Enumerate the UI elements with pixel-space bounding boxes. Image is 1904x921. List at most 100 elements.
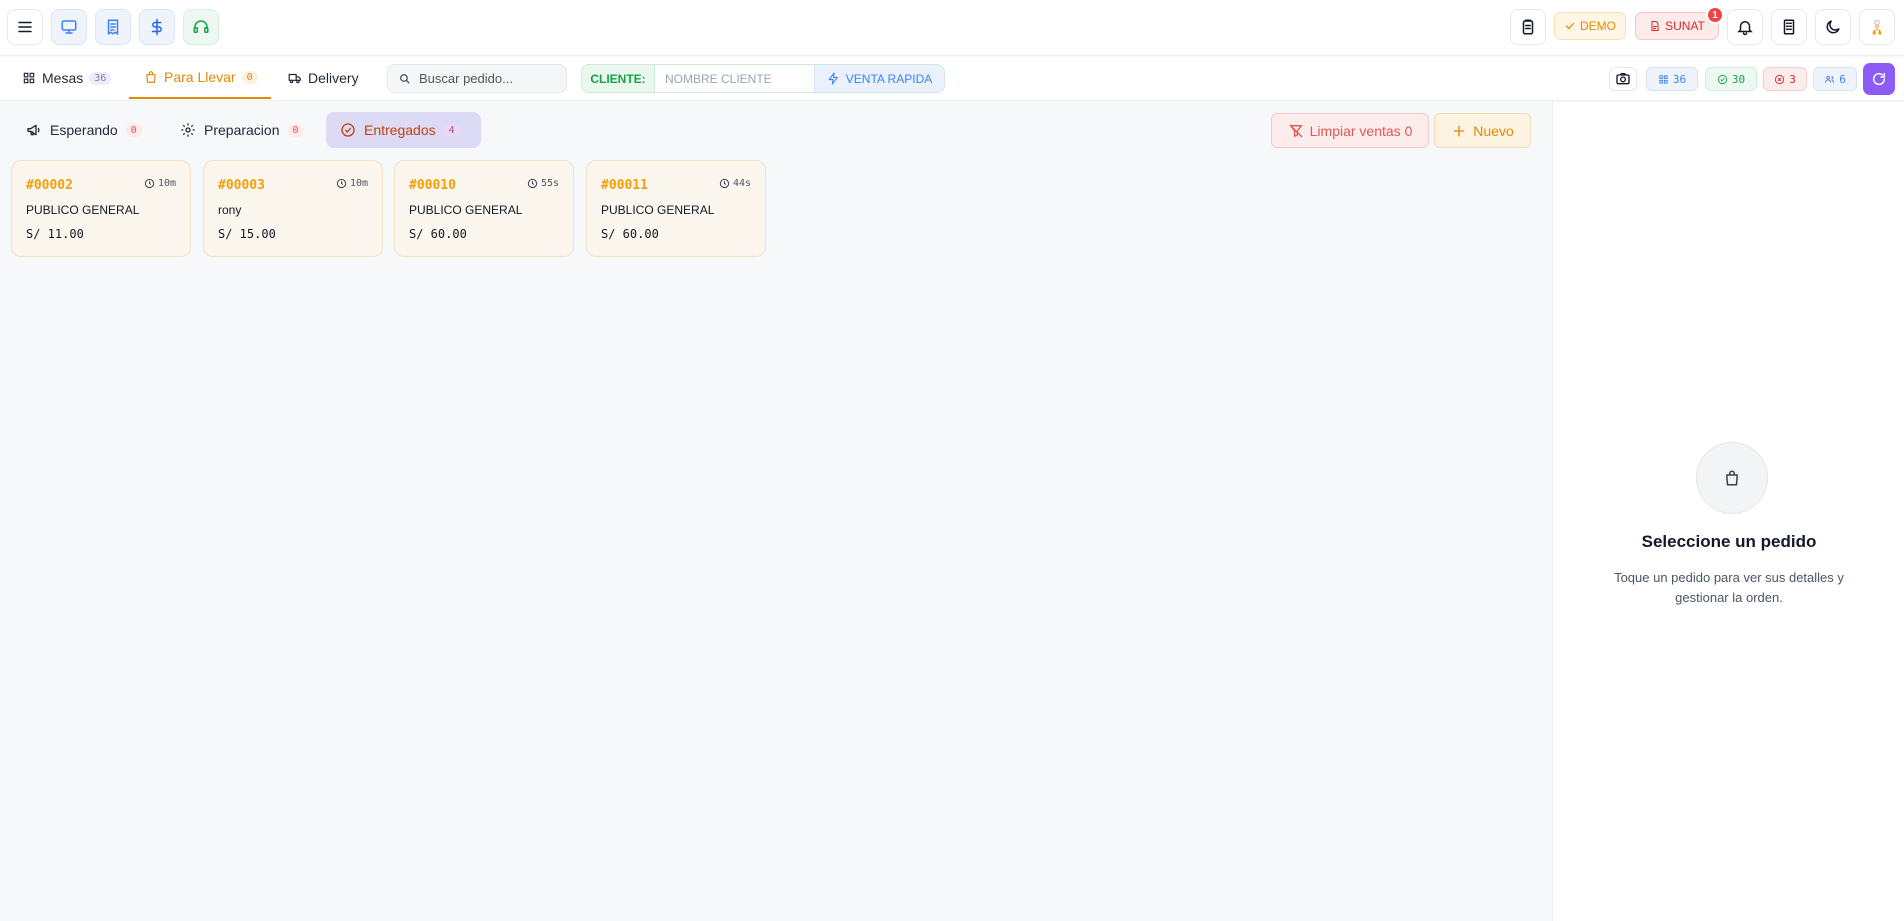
tab-delivery[interactable]: Delivery [288,57,359,99]
clear-sales-label: Limpiar ventas 0 [1309,122,1413,139]
check-circle-icon [341,123,355,137]
tab-entregados-label: Entregados [364,122,436,138]
order-card[interactable]: #00003 10m rony S/ 15.00 [203,160,383,257]
tab-mesas[interactable]: Mesas 36 [22,57,112,99]
client-name-input[interactable] [665,71,805,86]
tab-mesas-count: 36 [89,71,112,85]
tab-mesas-label: Mesas [42,70,84,86]
order-client: PUBLICO GENERAL [601,203,715,217]
tab-delivery-label: Delivery [308,70,359,86]
grid-icon [23,72,35,84]
building-icon [1783,19,1795,35]
building-button[interactable] [1771,9,1807,45]
search-input[interactable] [419,71,559,86]
moon-icon [1826,20,1840,34]
headset-icon [193,20,209,33]
stat-available[interactable]: 30 [1705,67,1757,91]
order-time: 55s [540,178,559,189]
users-icon [1825,75,1835,83]
order-number: #00010 [409,178,456,193]
clock-icon [527,178,538,189]
order-card[interactable]: #00002 10m PUBLICO GENERAL S/ 11.00 [11,160,191,257]
monitor-button[interactable] [51,9,87,45]
tab-preparacion-count: 0 [287,123,304,137]
order-client: PUBLICO GENERAL [26,203,140,217]
order-search[interactable] [387,64,567,93]
order-total: S/ 60.00 [409,227,467,241]
order-time: 10m [157,178,176,189]
new-order-button[interactable]: Nuevo [1434,113,1531,148]
stat-guests-value: 6 [1839,72,1846,86]
tab-esperando-label: Esperando [50,122,118,138]
client-field-group: CLIENTE: VENTA RAPIDA [581,64,945,93]
stat-occupied-value: 3 [1789,72,1796,86]
demo-label: DEMO [1580,19,1616,33]
order-elapsed: 44s [719,178,751,189]
tab-esperando[interactable]: Esperando 0 [12,112,156,148]
venta-rapida-label: VENTA RAPIDA [845,71,933,86]
order-elapsed: 10m [144,178,176,189]
clear-sales-button[interactable]: Limpiar ventas 0 [1271,113,1429,148]
order-time: 44s [732,178,751,189]
sunat-label: SUNAT [1665,19,1705,33]
tab-para-llevar[interactable]: Para Llevar 0 [129,57,271,99]
dark-mode-toggle[interactable] [1815,9,1851,45]
receipt-icon [107,19,119,36]
stat-total-tables[interactable]: 36 [1646,67,1698,91]
order-client: PUBLICO GENERAL [409,203,523,217]
order-number: #00003 [218,178,265,193]
order-card[interactable]: #00011 44s PUBLICO GENERAL S/ 60.00 [586,160,766,257]
order-card[interactable]: #00010 55s PUBLICO GENERAL S/ 60.00 [394,160,574,257]
lightning-icon [828,72,838,85]
plus-icon [1453,125,1465,136]
clock-icon [719,178,730,189]
camera-button[interactable] [1609,67,1637,91]
monitor-icon [61,20,77,34]
order-elapsed: 10m [336,178,368,189]
empty-state-title: Seleccione un pedido [1641,532,1817,551]
tab-preparacion-label: Preparacion [204,122,280,138]
user-avatar-button[interactable] [1859,9,1895,45]
camera-icon [1616,73,1630,85]
clipboard-icon [1522,19,1534,35]
tab-entregados-count: 4 [443,123,460,137]
support-button[interactable] [183,9,219,45]
truck-icon [288,73,301,84]
demo-badge[interactable]: DEMO [1554,12,1626,40]
stat-occupied[interactable]: 3 [1763,67,1807,91]
gear-icon [181,123,195,137]
menu-button[interactable] [7,9,43,45]
receipt-button[interactable] [95,9,131,45]
check-circle-icon [1717,74,1727,84]
order-number: #00002 [26,178,73,193]
order-elapsed: 55s [527,178,559,189]
venta-rapida-button[interactable]: VENTA RAPIDA [815,65,944,92]
stat-guests[interactable]: 6 [1813,67,1857,91]
notification-count-badge: 1 [1706,6,1724,24]
hamburger-icon [18,21,32,33]
cash-button[interactable] [139,9,175,45]
tab-entregados[interactable]: Entregados 4 [326,112,481,148]
filter-off-icon [1289,124,1303,137]
tab-preparacion[interactable]: Preparacion 0 [166,112,318,148]
empty-state-description: Toque un pedido para ver sus detalles y … [1614,570,1844,605]
notifications-button[interactable] [1727,9,1763,45]
order-number: #00011 [601,178,648,193]
order-time: 10m [349,178,368,189]
new-order-label: Nuevo [1473,122,1514,139]
tab-para-llevar-count: 0 [241,70,258,84]
order-total: S/ 11.00 [26,227,84,241]
orders-panel: Esperando 0 Preparacion 0 Entregados 4 L… [0,102,1552,921]
clipboard-button[interactable] [1510,9,1546,45]
order-total: S/ 60.00 [601,227,659,241]
order-detail-panel: Seleccione un pedido Toque un pedido par… [1552,102,1904,921]
grid-icon [1659,74,1668,84]
chef-avatar-icon [1872,19,1882,35]
tab-esperando-count: 0 [125,123,142,137]
stat-total-value: 36 [1672,72,1687,86]
client-name-field[interactable] [655,65,815,92]
refresh-button[interactable] [1863,63,1895,95]
empty-state-icon-wrap [1696,442,1768,514]
shopping-bag-icon [146,71,156,83]
nav-bar: Mesas 36 Para Llevar 0 Delivery CLIENTE:… [0,57,1904,101]
